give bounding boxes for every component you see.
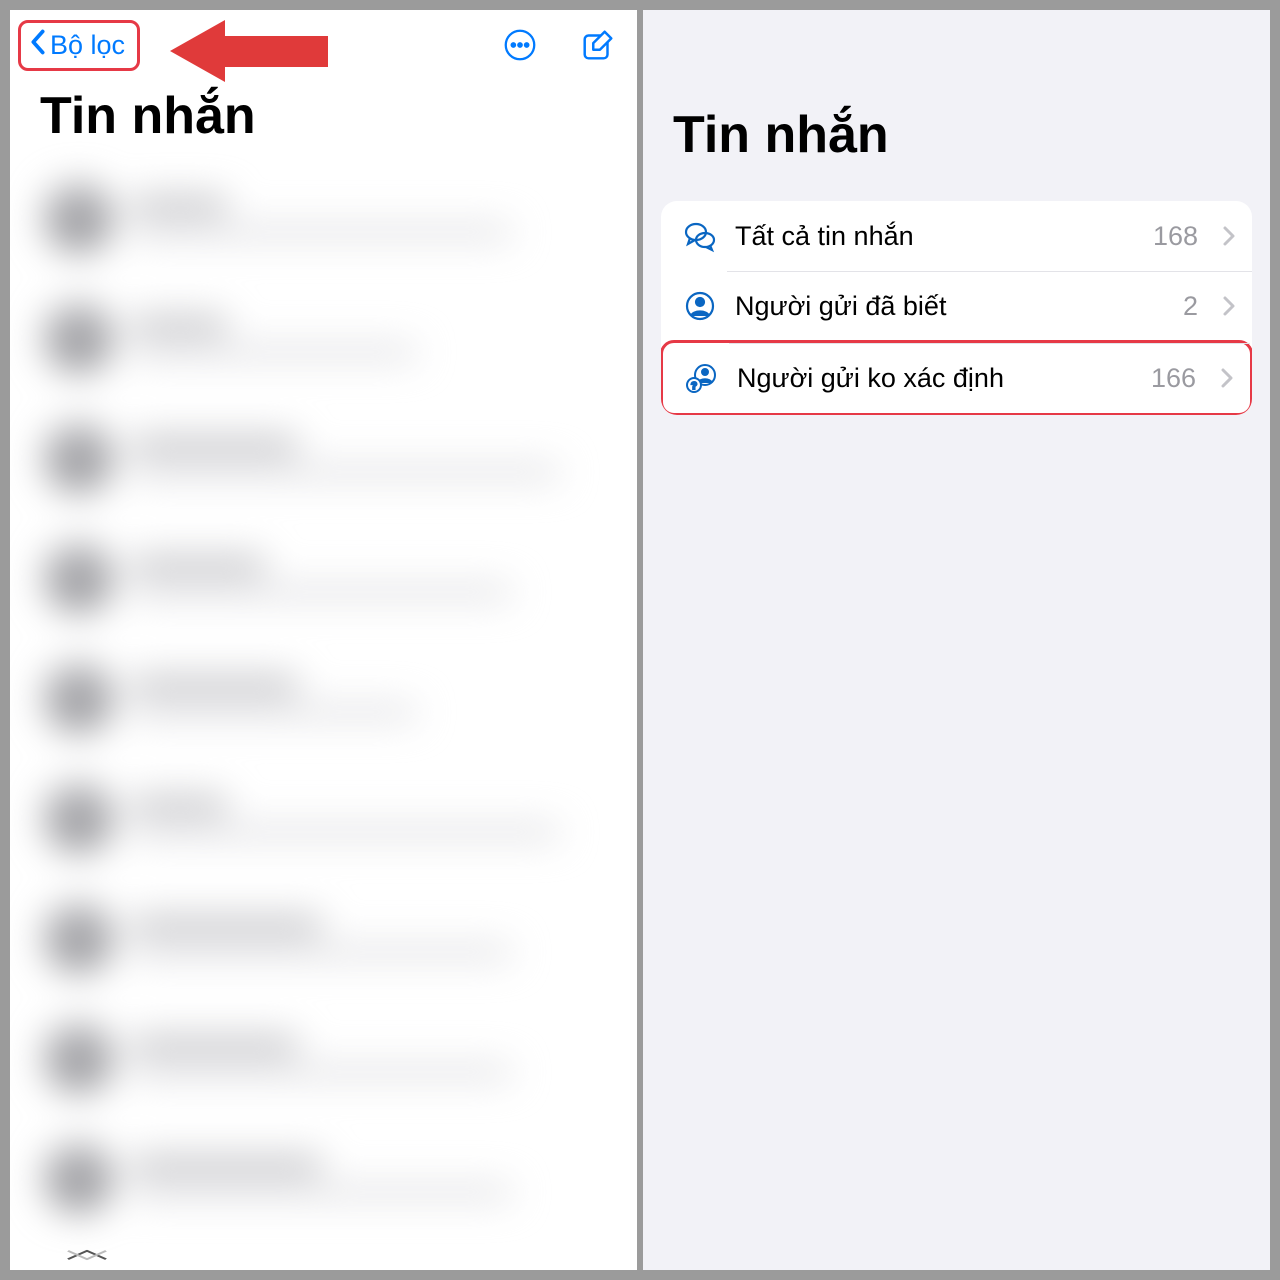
filters-panel: Tin nhắn Tất cả tin nhắn 168 <box>643 10 1270 1270</box>
page-title: Tin nhắn <box>10 80 637 156</box>
person-circle-icon <box>683 289 717 323</box>
home-indicator-icon <box>62 1246 112 1267</box>
filter-row-unknown-senders[interactable]: ? Người gửi ko xác định 166 <box>661 340 1252 415</box>
messages-list-panel: Bộ lọc Tin <box>10 10 637 1270</box>
filter-row-all-messages[interactable]: Tất cả tin nhắn 168 <box>661 201 1252 271</box>
filter-back-label: Bộ lọc <box>50 30 125 61</box>
chevron-right-icon <box>1220 367 1234 389</box>
side-by-side-frame: Bộ lọc Tin <box>0 0 1280 1280</box>
chevron-right-icon <box>1222 225 1236 247</box>
filter-label: Người gửi ko xác định <box>737 363 1133 394</box>
filter-count: 2 <box>1183 291 1198 322</box>
filter-count: 168 <box>1153 221 1198 252</box>
blurred-conversation-list <box>10 165 637 1270</box>
filter-group: Tất cả tin nhắn 168 Người gửi đã biết 2 <box>661 201 1252 415</box>
chevron-left-icon <box>27 28 49 63</box>
chat-bubbles-icon <box>683 219 717 253</box>
chevron-right-icon <box>1222 295 1236 317</box>
filter-count: 166 <box>1151 363 1196 394</box>
toolbar-actions <box>501 26 617 64</box>
filter-label: Người gửi đã biết <box>735 291 1165 322</box>
svg-text:?: ? <box>691 381 697 392</box>
page-title: Tin nhắn <box>643 10 1270 191</box>
filter-label: Tất cả tin nhắn <box>735 221 1135 252</box>
person-question-icon: ? <box>685 361 719 395</box>
toolbar: Bộ lọc <box>10 10 637 80</box>
compose-button[interactable] <box>579 26 617 64</box>
filter-row-known-senders[interactable]: Người gửi đã biết 2 <box>661 271 1252 341</box>
more-options-button[interactable] <box>501 26 539 64</box>
filter-back-button[interactable]: Bộ lọc <box>18 20 140 71</box>
